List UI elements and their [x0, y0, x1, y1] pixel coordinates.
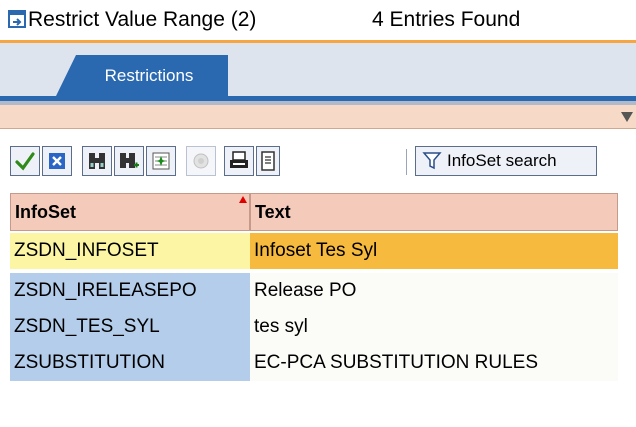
infoset-search-label: InfoSet search — [447, 151, 557, 170]
collapse-triangle-icon[interactable] — [621, 112, 633, 122]
window-arrow-icon — [8, 10, 26, 28]
text-value: Infoset Tes Syl — [254, 240, 378, 261]
infoset-search-button[interactable]: InfoSet search — [415, 146, 597, 176]
new-list-icon — [152, 152, 170, 170]
cancel-button[interactable] — [42, 146, 72, 176]
text-value: EC-PCA SUBSTITUTION RULES — [254, 352, 538, 373]
disabled-help-icon — [193, 153, 209, 169]
collapse-bar — [0, 105, 636, 129]
table-row-infoset-cell[interactable]: ZSDN_INFOSET — [10, 233, 250, 269]
text-value: tes syl — [254, 316, 308, 337]
sort-indicator-icon — [239, 196, 247, 203]
binoculars-plus-icon — [120, 153, 139, 168]
infoset-value: ZSDN_IRELEASEPO — [14, 280, 197, 301]
infoset-value: ZSUBSTITUTION — [14, 352, 165, 373]
info-page-icon — [261, 151, 275, 171]
cancel-icon — [49, 153, 65, 169]
infoset-value: ZSDN_INFOSET — [14, 240, 159, 261]
new-list-button[interactable] — [146, 146, 176, 176]
column-header-infoset-label: InfoSet — [15, 201, 76, 222]
table-row-text-cell[interactable]: EC-PCA SUBSTITUTION RULES — [250, 345, 618, 381]
entries-found-count: 4 Entries Found — [372, 8, 521, 31]
print-icon — [230, 151, 248, 168]
continue-button[interactable] — [10, 146, 40, 176]
table-row-text-cell[interactable]: tes syl — [250, 309, 618, 345]
table-row-infoset-cell[interactable]: ZSDN_IRELEASEPO — [10, 273, 250, 309]
table-row-infoset-cell[interactable]: ZSUBSTITUTION — [10, 345, 250, 381]
table-row-infoset-cell[interactable]: ZSDN_TES_SYL — [10, 309, 250, 345]
column-header-text[interactable]: Text — [250, 193, 618, 231]
table-row-text-cell[interactable]: Release PO — [250, 273, 618, 309]
check-icon — [15, 152, 35, 171]
column-header-infoset[interactable]: InfoSet — [10, 193, 250, 231]
find-button[interactable] — [82, 146, 112, 176]
toolbar-separator — [406, 149, 407, 175]
binoculars-icon — [89, 153, 105, 169]
column-header-text-label: Text — [255, 201, 291, 222]
infoset-value: ZSDN_TES_SYL — [14, 316, 160, 337]
window-title: Restrict Value Range (2) — [28, 8, 257, 31]
filter-icon — [422, 152, 442, 170]
tab-restrictions-label: Restrictions — [104, 65, 194, 85]
info-button[interactable] — [256, 146, 280, 176]
text-value: Release PO — [254, 280, 357, 301]
tab-restrictions[interactable]: Restrictions — [56, 55, 228, 96]
disabled-function-button[interactable] — [186, 146, 216, 176]
table-row-text-cell[interactable]: Infoset Tes Syl — [250, 233, 618, 269]
find-next-button[interactable] — [114, 146, 144, 176]
print-button[interactable] — [224, 146, 254, 176]
